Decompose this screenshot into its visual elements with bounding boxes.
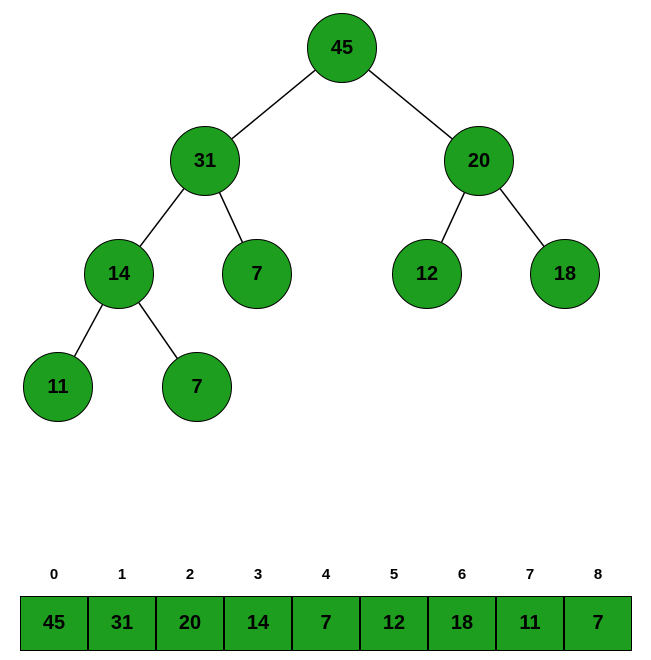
array-cell-value: 14 — [247, 612, 269, 635]
array-index: 5 — [360, 566, 428, 583]
tree-edge — [220, 193, 243, 242]
tree-node-value: 7 — [251, 263, 262, 286]
array-cell: 31 — [88, 596, 156, 651]
array-index: 1 — [88, 566, 156, 583]
array-index: 2 — [156, 566, 224, 583]
tree-edge — [75, 305, 103, 356]
array-index: 3 — [224, 566, 292, 583]
tree-node: 18 — [530, 239, 600, 309]
array-cell-value: 11 — [519, 612, 540, 635]
tree-edge — [140, 189, 184, 246]
tree-node: 20 — [444, 126, 514, 196]
tree-node: 31 — [170, 126, 240, 196]
tree-node: 7 — [222, 239, 292, 309]
array-cell-value: 7 — [320, 612, 331, 635]
array-cell-value: 18 — [451, 612, 473, 635]
tree-edges — [0, 0, 651, 660]
array-index: 6 — [428, 566, 496, 583]
array-index: 7 — [496, 566, 564, 583]
tree-node-value: 20 — [468, 150, 490, 173]
tree-edge — [500, 189, 544, 246]
array-cell-value: 7 — [592, 612, 603, 635]
array-cell: 20 — [156, 596, 224, 651]
array-cell-value: 45 — [43, 612, 65, 635]
array-cell: 12 — [360, 596, 428, 651]
tree-node-value: 7 — [191, 376, 202, 399]
heap-diagram: { "tree": { "nodes": [ {"id":"n0","value… — [0, 0, 651, 660]
tree-node-value: 18 — [554, 263, 576, 286]
tree-node: 45 — [307, 13, 377, 83]
array-index: 8 — [564, 566, 632, 583]
tree-node-value: 45 — [331, 37, 353, 60]
array-index: 0 — [20, 566, 88, 583]
array-cell-value: 20 — [179, 612, 201, 635]
tree-node-value: 12 — [416, 263, 438, 286]
tree-edge — [442, 193, 465, 242]
array-index: 4 — [292, 566, 360, 583]
array-cell: 7 — [292, 596, 360, 651]
array-cell: 18 — [428, 596, 496, 651]
tree-node-value: 11 — [47, 376, 68, 399]
array-cell: 7 — [564, 596, 632, 651]
array-cell-value: 12 — [383, 612, 405, 635]
array-cell: 11 — [496, 596, 564, 651]
tree-edge — [369, 70, 452, 138]
array-cell-value: 31 — [111, 612, 133, 635]
tree-node: 11 — [23, 352, 93, 422]
tree-node-value: 31 — [194, 150, 216, 173]
tree-node-value: 14 — [108, 263, 130, 286]
tree-node: 12 — [392, 239, 462, 309]
array-cell: 45 — [20, 596, 88, 651]
array-cell: 14 — [224, 596, 292, 651]
tree-edge — [139, 303, 177, 358]
tree-node: 14 — [84, 239, 154, 309]
tree-edge — [232, 70, 315, 138]
tree-node: 7 — [162, 352, 232, 422]
